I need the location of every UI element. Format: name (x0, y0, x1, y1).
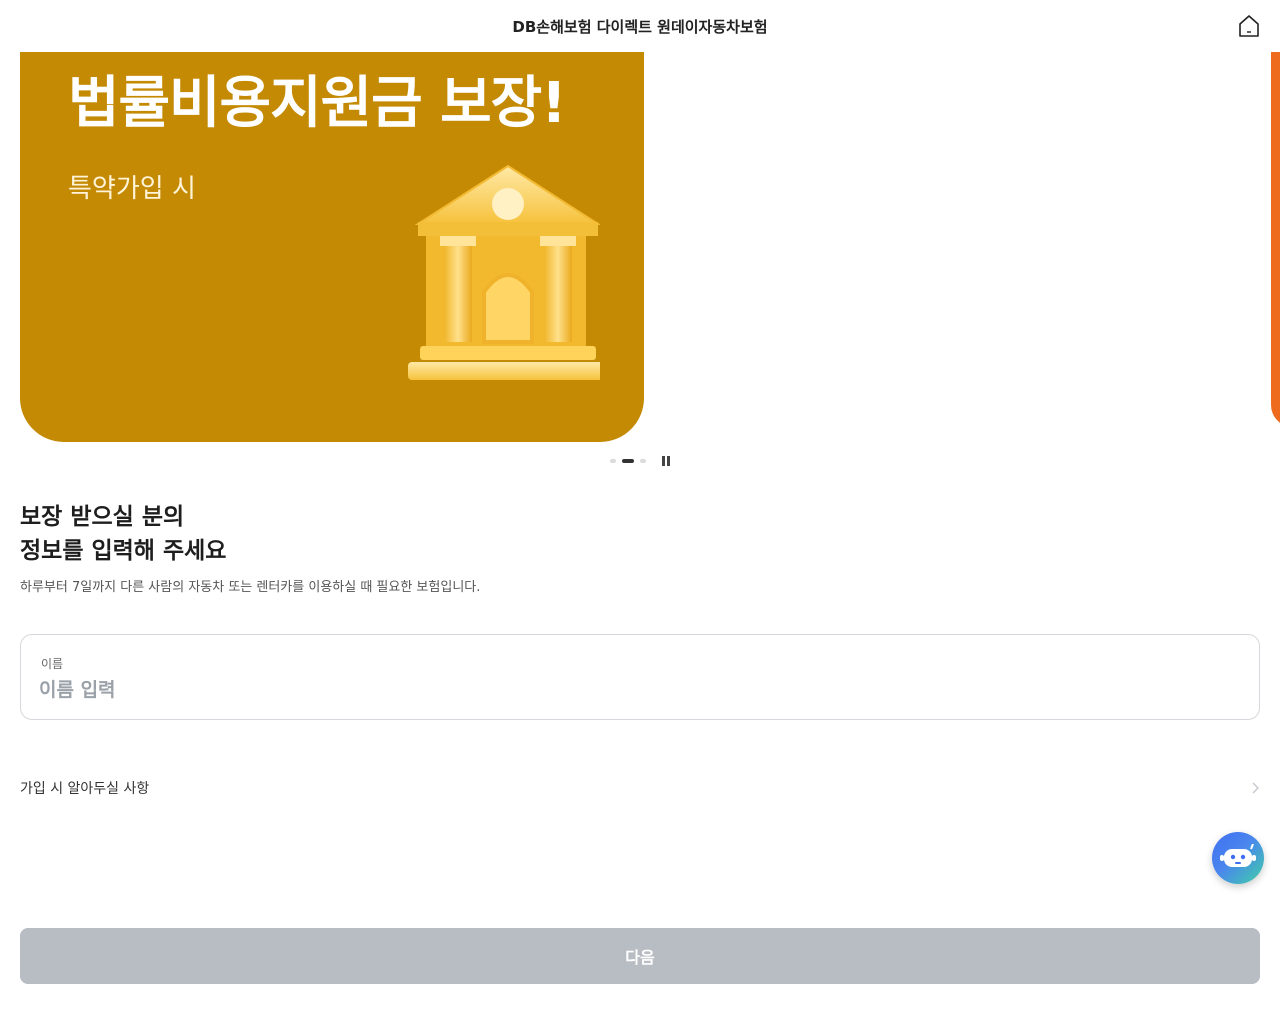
name-input[interactable] (39, 675, 1229, 705)
home-button[interactable] (1236, 13, 1262, 39)
banner-title: 법률비용지원금 보장! (68, 71, 567, 136)
form-description: 하루부터 7일까지 다른 사람의 자동차 또는 렌터카를 이용하실 때 필요한 … (20, 580, 481, 595)
form-heading-line2: 정보를 입력해 주세요 (20, 538, 227, 564)
form-heading: 보장 받으실 분의 정보를 입력해 주세요 (20, 500, 226, 568)
home-icon (1239, 15, 1259, 37)
carousel-dot[interactable] (610, 459, 616, 463)
chatbot-button[interactable] (1212, 832, 1264, 884)
carousel-indicator (610, 455, 672, 467)
courthouse-icon (408, 164, 600, 380)
carousel-dot-active[interactable] (622, 459, 634, 463)
header: DB손해보험 다이렉트 원데이자동차보험 (0, 0, 1280, 52)
pause-icon (662, 456, 665, 466)
chatbot-icon (1220, 844, 1256, 867)
next-button[interactable]: 다음 (20, 928, 1260, 984)
pause-icon (667, 456, 670, 466)
notice-row[interactable]: 가입 시 알아두실 사항 (20, 770, 1260, 806)
notice-label: 가입 시 알아두실 사항 (20, 781, 150, 797)
carousel-dot[interactable] (640, 459, 646, 463)
banner-subtitle: 특약가입 시 (68, 174, 196, 204)
chevron-right-icon (1252, 782, 1259, 794)
pause-button[interactable] (662, 456, 672, 466)
form-heading-line1: 보장 받으실 분의 (20, 504, 185, 530)
next-slide-preview[interactable] (1271, 52, 1280, 427)
promo-banner[interactable]: 법률비용지원금 보장! 특약가입 시 (20, 52, 644, 442)
page-title: DB손해보험 다이렉트 원데이자동차보험 (512, 18, 768, 36)
name-field[interactable]: 이름 (20, 634, 1260, 720)
page: DB손해보험 다이렉트 원데이자동차보험 법률비용지원금 보장! 특약가입 시 (0, 0, 1280, 1024)
name-field-label: 이름 (41, 657, 64, 671)
